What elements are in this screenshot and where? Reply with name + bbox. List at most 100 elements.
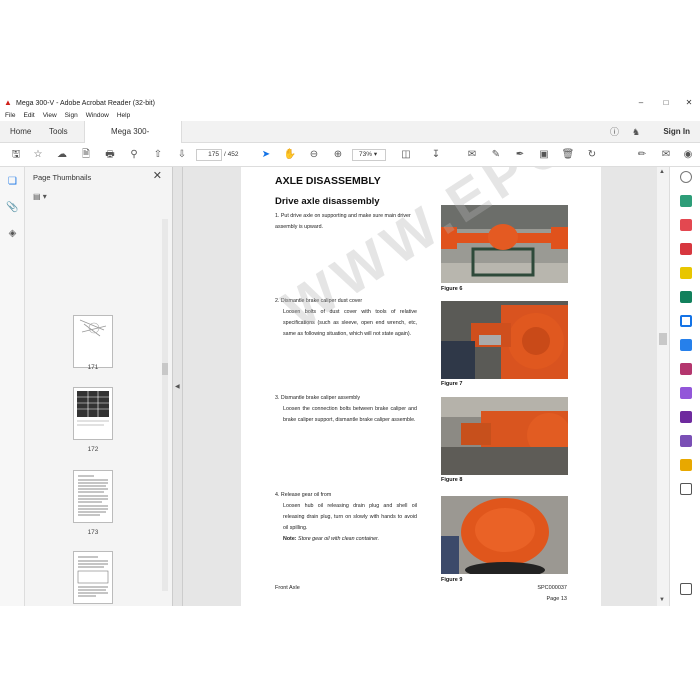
highlight-pen-icon[interactable]: ✎ [488, 147, 504, 163]
combine-files-icon[interactable] [680, 291, 692, 303]
step-body: Loosen hub oil releasing drain plug and … [283, 503, 417, 531]
request-signatures-icon[interactable] [680, 387, 692, 399]
document-view: AXLE DISASSEMBLY Drive axle disassembly … [183, 167, 657, 606]
upload-cloud-icon[interactable]: ☁ [54, 147, 70, 163]
sign-in-button[interactable]: Sign In [663, 121, 690, 143]
page-number-input[interactable]: 175 [196, 149, 222, 161]
figure-6-photo [441, 205, 568, 283]
scan-ocr-icon[interactable] [680, 315, 692, 327]
collapse-arrow-icon[interactable]: ◀ [175, 383, 180, 390]
protect-icon[interactable] [680, 411, 692, 423]
menu-file[interactable]: File [5, 112, 15, 119]
compress-pdf-icon[interactable] [680, 459, 692, 471]
minimize-icon[interactable]: – [628, 96, 654, 110]
step-heading: 1. Put drive axle on supporting and make… [275, 213, 411, 230]
more-tools-icon[interactable] [680, 483, 692, 495]
menu-sign[interactable]: Sign [65, 112, 78, 119]
menu-view[interactable]: View [43, 112, 57, 119]
tab-home[interactable]: Home [2, 121, 39, 143]
scroll-mode-icon[interactable]: ↧ [428, 147, 444, 163]
figure-7-photo [441, 301, 568, 379]
comment-icon[interactable]: ✉ [464, 147, 480, 163]
pdf-page: AXLE DISASSEMBLY Drive axle disassembly … [241, 167, 601, 606]
step-note: Note: Store gear oil with clean containe… [275, 534, 417, 545]
thumbnail-page[interactable] [73, 470, 113, 523]
help-icon[interactable]: ⓘ [610, 121, 619, 143]
thumbnail-page[interactable] [73, 551, 113, 604]
figure-caption: Figure 7 [441, 381, 463, 387]
layers-icon[interactable]: ◈ [6, 227, 19, 240]
main-toolbar: 🖫 ☆ ☁ 🗎 🖶 ⚲ ⇧ ⇩ 175 / 452 ➤ ✋ ⊖ ⊕ 73% ▾ … [0, 143, 700, 167]
notifications-bell-icon[interactable]: ♞ [632, 121, 640, 143]
search-zoom-icon[interactable]: ⚲ [126, 147, 142, 163]
page-thumbnails-icon[interactable]: ❏ [6, 175, 19, 188]
zoom-level-dropdown[interactable]: 73% ▾ [352, 149, 386, 161]
note-text: Store gear oil with clean container. [298, 536, 380, 542]
thumbnail-options-icon[interactable]: ▤ ▾ [33, 192, 47, 201]
step-2: 2. Dismantle brake caliper dust cover Lo… [275, 296, 417, 340]
panel-splitter[interactable]: ◀ [173, 167, 183, 606]
save-icon[interactable]: 🖫 [8, 147, 24, 163]
previous-page-icon[interactable]: ⇧ [150, 147, 166, 163]
document-scrollbar[interactable]: ▲ ▼ [657, 167, 669, 606]
figure-9-photo [441, 496, 568, 574]
scroll-up-icon[interactable]: ▲ [659, 169, 665, 175]
redact-icon[interactable] [680, 435, 692, 447]
thumbnail-page[interactable] [73, 315, 113, 368]
window-title: Mega 300-V - Adobe Acrobat Reader (32-bi… [16, 99, 155, 107]
menu-edit[interactable]: Edit [23, 112, 34, 119]
document-scroll-thumb[interactable] [659, 333, 667, 345]
create-pdf-icon[interactable] [680, 195, 692, 207]
edit-pdf-icon[interactable] [680, 243, 692, 255]
zoom-out-icon[interactable]: ⊖ [306, 147, 322, 163]
menu-bar: File Edit View Sign Window Help [0, 110, 700, 121]
expand-panel-icon[interactable] [680, 583, 692, 595]
draw-icon[interactable]: ✒ [512, 147, 528, 163]
bookmark-star-icon[interactable]: ☆ [30, 147, 46, 163]
page-total: / 452 [224, 151, 239, 158]
close-icon[interactable]: ✕ [676, 96, 700, 110]
select-cursor-icon[interactable]: ➤ [258, 147, 274, 163]
menu-help[interactable]: Help [117, 112, 130, 119]
footer-code: SPC000037 [537, 585, 567, 591]
thumbnail-scroll-track[interactable] [162, 219, 168, 591]
delete-trash-icon[interactable]: 🗑 [560, 147, 576, 163]
note-label: Note: [283, 536, 297, 542]
thumbnail-text-icon [78, 475, 108, 516]
tab-tools[interactable]: Tools [41, 121, 76, 143]
scroll-down-icon[interactable]: ▼ [659, 597, 665, 603]
zoom-level-value: 73% [359, 151, 373, 158]
email-icon[interactable]: ✉ [658, 147, 674, 163]
panel-title: Page Thumbnails [33, 173, 92, 182]
export-pdf-icon[interactable] [680, 219, 692, 231]
title-bar: ▲ Mega 300-V - Adobe Acrobat Reader (32-… [0, 96, 700, 110]
stamp-icon[interactable]: ▣ [536, 147, 552, 163]
thumbnail-page[interactable] [73, 387, 113, 440]
figure-caption: Figure 9 [441, 577, 463, 583]
fill-sign-tool-icon[interactable] [680, 363, 692, 375]
step-4: 4. Release gear oil from Loosen hub oil … [275, 490, 417, 545]
next-page-icon[interactable]: ⇩ [174, 147, 190, 163]
menu-window[interactable]: Window [86, 112, 109, 119]
comment-tool-icon[interactable] [680, 267, 692, 279]
rotate-icon[interactable]: ↻ [584, 147, 600, 163]
share-file-icon[interactable]: 🗎 [78, 147, 94, 163]
hand-tool-icon[interactable]: ✋ [282, 147, 298, 163]
attachments-paperclip-icon[interactable]: 📎 [6, 201, 19, 214]
thumbnail-scrollbar[interactable] [161, 211, 169, 599]
search-tool-icon[interactable] [680, 171, 692, 183]
account-icon[interactable]: ◉ [680, 147, 696, 163]
page-fit-icon[interactable]: ◫ [398, 147, 414, 163]
print-icon[interactable]: 🖶 [102, 147, 118, 163]
fill-sign-icon[interactable]: ✏ [634, 147, 650, 163]
footer-section: Front Axle [275, 585, 300, 591]
thumbnail-label: 172 [87, 446, 99, 453]
section-heading: Drive axle disassembly [275, 196, 380, 207]
panel-close-icon[interactable]: ✕ [153, 169, 162, 182]
acrobat-window: ▲ Mega 300-V - Adobe Acrobat Reader (32-… [0, 96, 700, 606]
organize-pages-icon[interactable] [680, 339, 692, 351]
thumbnail-scroll-thumb[interactable] [162, 363, 168, 375]
thumbnail-label: 171 [87, 364, 99, 371]
zoom-in-icon[interactable]: ⊕ [330, 147, 346, 163]
tab-document[interactable]: Mega 300-V✕ [84, 121, 182, 158]
